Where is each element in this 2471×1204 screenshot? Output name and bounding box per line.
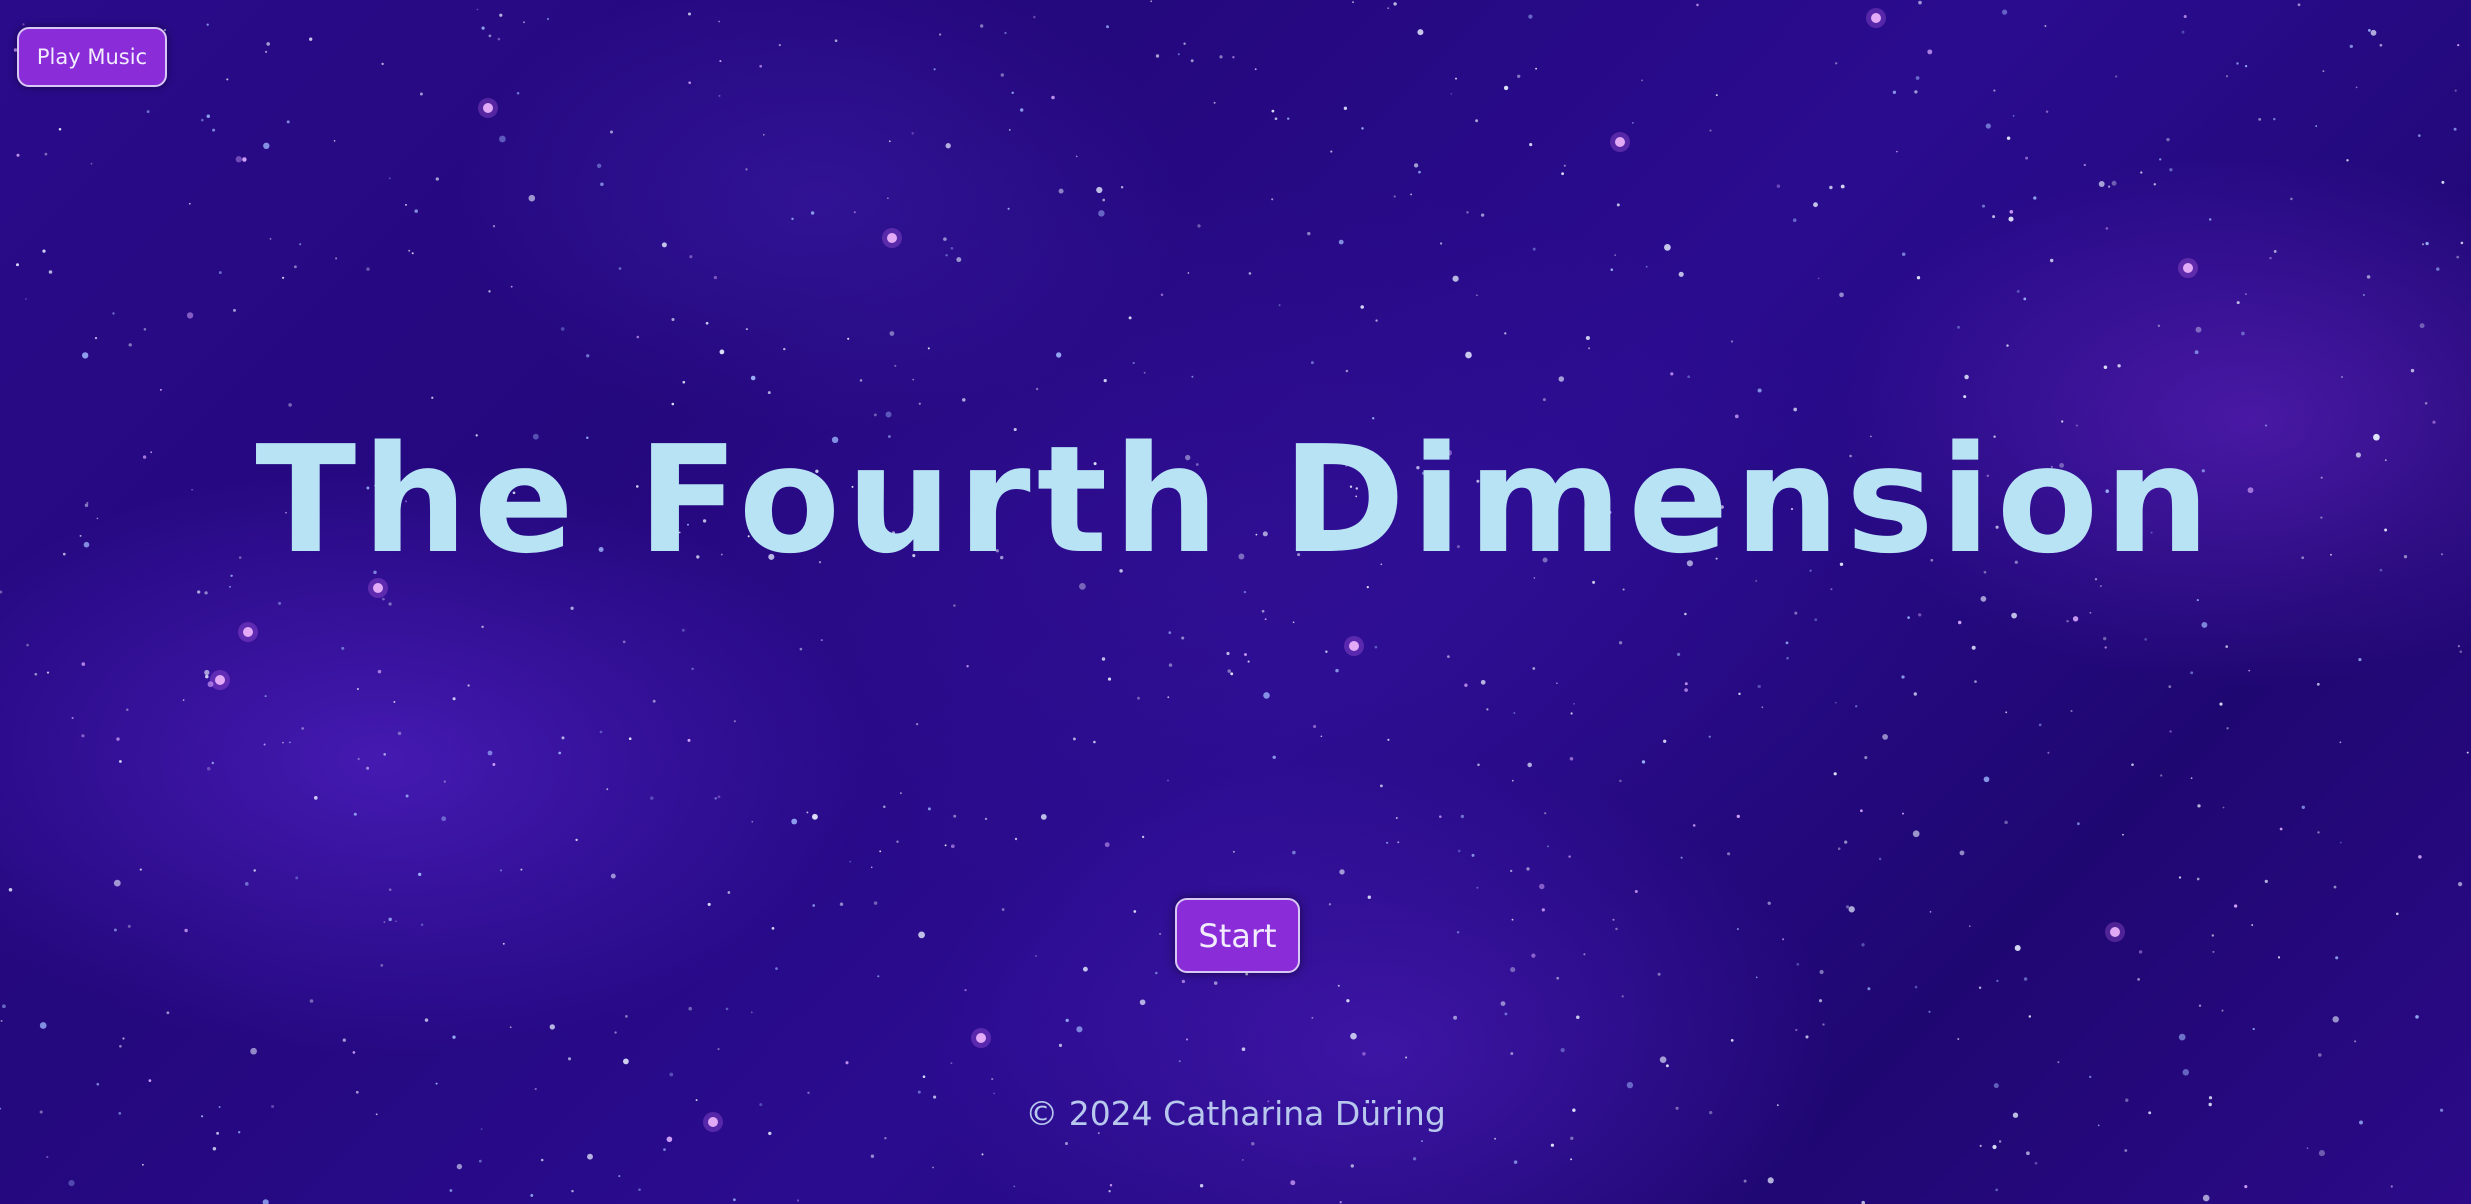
play-music-button[interactable]: Play Music <box>17 27 167 87</box>
start-button[interactable]: Start <box>1175 898 1300 973</box>
starfield-background <box>0 0 2469 1204</box>
copyright-footer: © 2024 Catharina Düring <box>1025 1094 1446 1133</box>
game-title: The Fourth Dimension <box>255 414 2216 586</box>
